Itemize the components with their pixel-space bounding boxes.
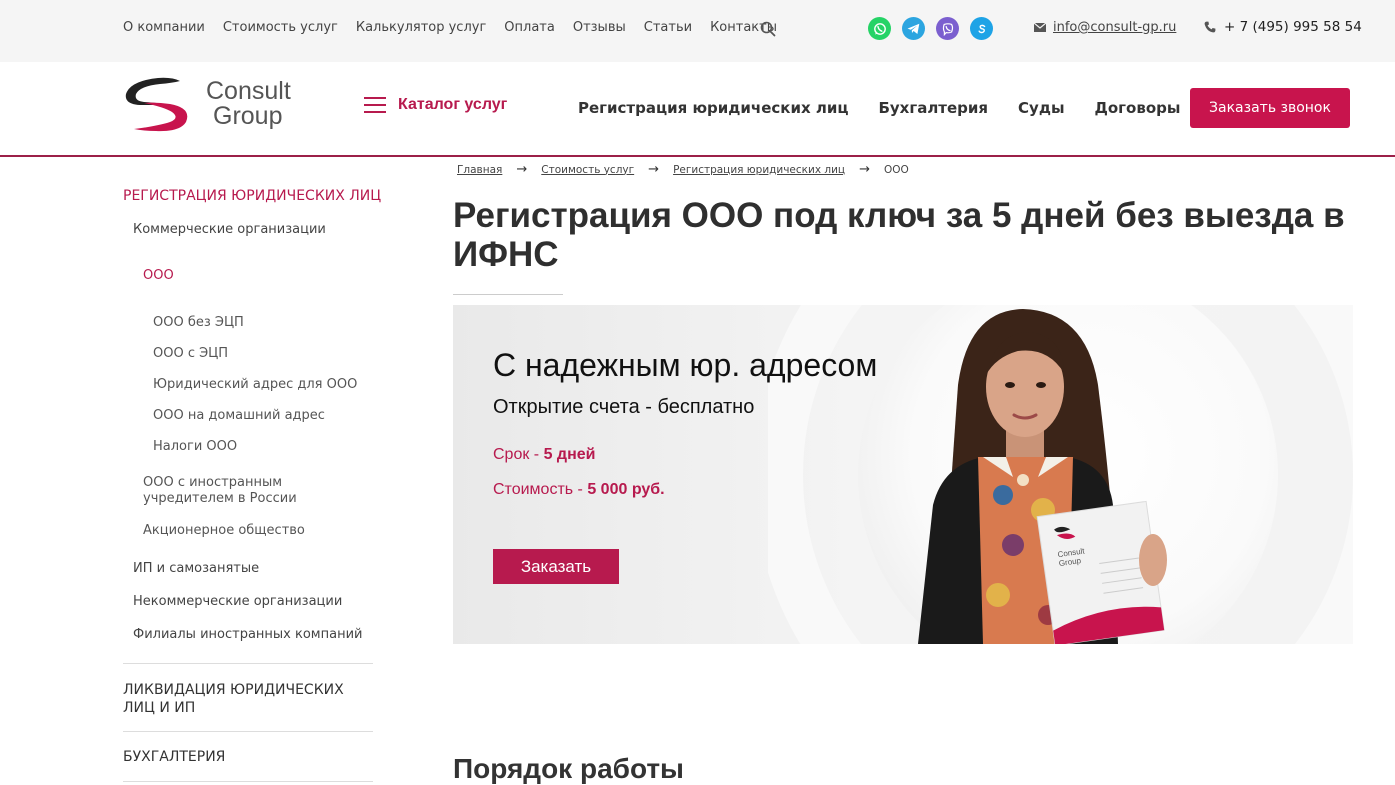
promo-banner: Consult Group С надежным юр. адресом Отк… — [453, 305, 1353, 644]
top-nav: О компании Стоимость услуг Калькулятор у… — [123, 20, 777, 35]
order-call-button[interactable]: Заказать звонок — [1190, 88, 1350, 128]
phone-number[interactable]: + 7 (495) 995 58 54 — [1224, 19, 1362, 35]
sidebar-item-ip[interactable]: ИП и самозанятые — [133, 561, 259, 576]
nav-registration[interactable]: Регистрация юридических лиц — [578, 99, 848, 117]
breadcrumb-home[interactable]: Главная — [457, 164, 502, 176]
search-icon[interactable] — [760, 21, 776, 37]
email-link[interactable]: info@consult-gp.ru — [1053, 20, 1176, 35]
arrow-right-icon: → — [648, 162, 660, 177]
sidebar-item-taxes[interactable]: Налоги ООО — [153, 439, 237, 454]
title-underline — [453, 294, 563, 295]
breadcrumb-current: ООО — [883, 163, 909, 176]
sidebar-item-home-address[interactable]: ООО на домашний адрес — [153, 408, 325, 423]
sidebar-item-branches[interactable]: Филиалы иностранных компаний — [133, 627, 362, 642]
top-nav-articles[interactable]: Статьи — [644, 20, 692, 35]
top-nav-payment[interactable]: Оплата — [504, 20, 555, 35]
nav-contracts[interactable]: Договоры — [1095, 99, 1181, 117]
top-bar: О компании Стоимость услуг Калькулятор у… — [0, 0, 1395, 62]
logo-text: Consult Group — [206, 79, 291, 129]
skype-icon[interactable] — [970, 17, 993, 40]
main-nav: Регистрация юридических лиц Бухгалтерия … — [578, 99, 1180, 117]
sidebar-item-accounting[interactable]: БУХГАЛТЕРИЯ — [123, 749, 225, 765]
logo-mark-icon — [125, 77, 188, 132]
breadcrumb-registration[interactable]: Регистрация юридических лиц — [673, 164, 845, 176]
sidebar-divider — [123, 663, 373, 664]
top-nav-about[interactable]: О компании — [123, 20, 205, 35]
sidebar-item-nonprofit[interactable]: Некоммерческие организации — [133, 594, 342, 609]
sidebar-item-jsc[interactable]: Акционерное общество — [143, 523, 305, 538]
logo-line2: Group — [213, 102, 283, 130]
term-label: Срок - — [493, 446, 544, 463]
top-nav-reviews[interactable]: Отзывы — [573, 20, 626, 35]
section-title-workflow: Порядок работы — [453, 753, 684, 784]
top-nav-prices[interactable]: Стоимость услуг — [223, 20, 338, 35]
viber-icon[interactable] — [936, 17, 959, 40]
price-line: Стоимость - 5 000 руб. — [493, 481, 665, 499]
catalog-menu-button[interactable]: Каталог услуг — [364, 96, 507, 114]
logo[interactable]: Consult Group — [122, 74, 291, 134]
sidebar-item-ooo-ecp[interactable]: ООО с ЭЦП — [153, 346, 228, 361]
sidebar-divider — [123, 781, 373, 782]
term-value: 5 дней — [543, 446, 596, 463]
arrow-right-icon: → — [859, 162, 870, 177]
breadcrumb-prices[interactable]: Стоимость услуг — [541, 164, 634, 176]
order-button[interactable]: Заказать — [493, 549, 619, 584]
sidebar-item-commercial[interactable]: Коммерческие организации — [133, 222, 326, 237]
main-header: Consult Group Каталог услуг Регистрация … — [0, 62, 1395, 157]
sidebar-item-legal-address[interactable]: Юридический адрес для ООО — [153, 377, 357, 392]
catalog-label: Каталог услуг — [398, 96, 508, 113]
sidebar-item-ooo-no-ecp[interactable]: ООО без ЭЦП — [153, 315, 244, 330]
price-label: Стоимость - — [493, 481, 588, 498]
term-line: Срок - 5 дней — [493, 446, 595, 464]
arrow-right-icon: → — [516, 162, 528, 177]
logo-line1: Consult — [206, 77, 291, 105]
nav-courts[interactable]: Суды — [1018, 99, 1064, 117]
telegram-icon[interactable] — [902, 17, 925, 40]
banner-heading: С надежным юр. адресом — [493, 347, 878, 383]
whatsapp-icon[interactable] — [868, 17, 891, 40]
email-contact: info@consult-gp.ru — [1034, 20, 1176, 35]
nav-accounting[interactable]: Бухгалтерия — [878, 99, 988, 117]
hamburger-icon — [364, 97, 386, 113]
sidebar-item-ooo[interactable]: ООО — [143, 268, 174, 283]
price-value: 5 000 руб. — [587, 481, 665, 498]
top-nav-calculator[interactable]: Калькулятор услуг — [356, 20, 486, 35]
sidebar-item-registration[interactable]: РЕГИСТРАЦИЯ ЮРИДИЧЕСКИХ ЛИЦ — [123, 188, 381, 204]
phone-contact: + 7 (495) 995 58 54 — [1204, 19, 1362, 35]
phone-icon — [1204, 21, 1216, 33]
envelope-icon — [1034, 23, 1046, 32]
page-title: Регистрация ООО под ключ за 5 дней без в… — [453, 196, 1345, 274]
sidebar-divider — [123, 731, 373, 732]
banner-subheading: Открытие счета - бесплатно — [493, 396, 755, 418]
breadcrumb: Главная → Стоимость услуг → Регистрация … — [457, 162, 909, 177]
sidebar-item-liquidation[interactable]: ЛИКВИДАЦИЯ ЮРИДИЧЕСКИХ ЛИЦ И ИП — [123, 681, 373, 717]
sidebar-item-foreign-founder[interactable]: ООО с иностранным учредителем в России — [143, 475, 373, 507]
